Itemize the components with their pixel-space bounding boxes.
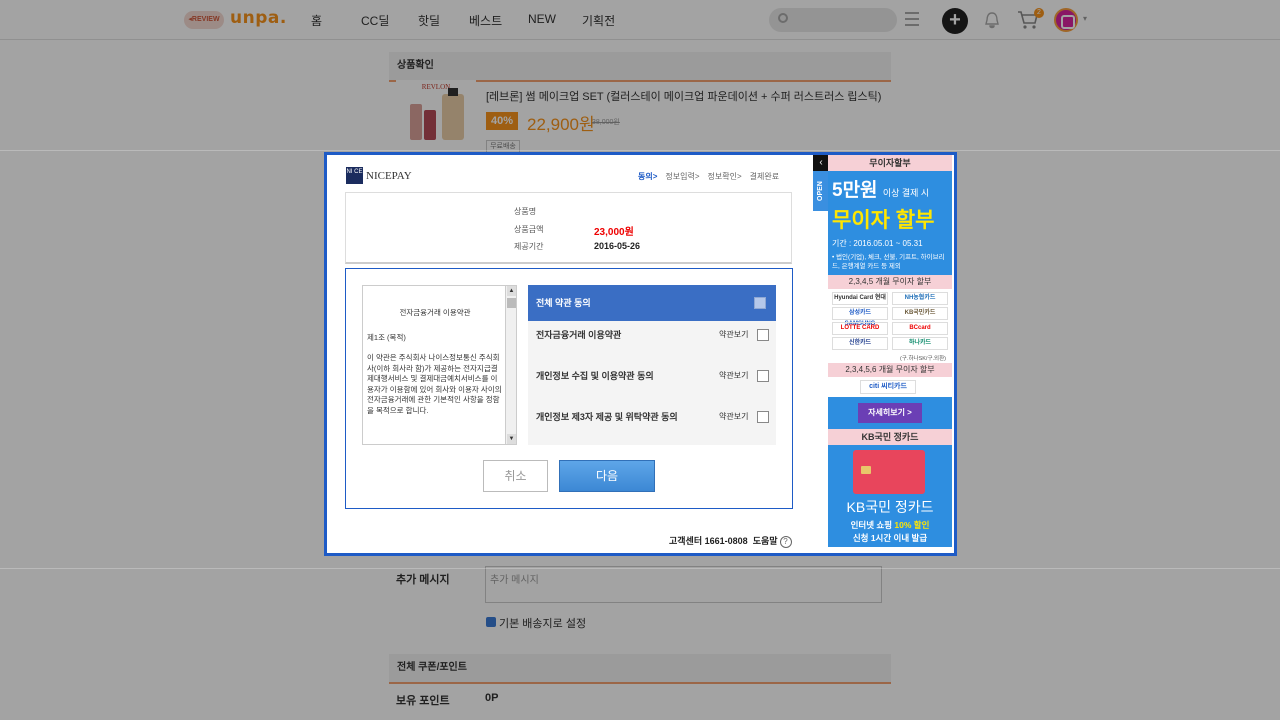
- step-input: 정보입력>: [665, 172, 700, 181]
- close-icon[interactable]: ‹: [813, 155, 829, 171]
- agree-all-checkbox[interactable]: [754, 297, 766, 309]
- terms-title: 전자금융거래 이용약관: [399, 308, 471, 317]
- product-info-box: 상품명 상품금액 23,000원 제공기간 2016-05-26: [345, 192, 792, 264]
- payment-steps: 동의> 정보입력> 정보확인> 결제완료: [638, 171, 787, 182]
- terms-body: 이 약관은 주식회사 나이스정보통신 주식회사(이하 회사라 함)가 제공하는 …: [367, 353, 502, 415]
- help-icon[interactable]: ?: [779, 535, 792, 548]
- nicepay-logo-text: NICEPAY: [366, 169, 412, 182]
- hana-card-logo: 하나카드: [892, 337, 948, 350]
- kb-card-image: [853, 450, 925, 494]
- period-value: 2016-05-26: [594, 241, 641, 251]
- step-complete: 결제완료: [749, 172, 780, 181]
- view-terms-link[interactable]: 약관보기: [719, 325, 748, 345]
- ad-amount-suffix: 이상 결제 시: [882, 188, 930, 198]
- kb-card-title: KB국민 정카드: [846, 499, 934, 515]
- product-name-label: 상품명: [514, 207, 537, 216]
- help-link[interactable]: 도움말: [753, 536, 778, 546]
- ad-detail-button[interactable]: 자세히보기 >: [858, 403, 922, 423]
- next-button[interactable]: 다음: [559, 460, 655, 492]
- kb-card-header: KB국민 정카드: [828, 429, 952, 445]
- amount-value: 23,000원: [594, 227, 634, 238]
- agree-all-row[interactable]: 전체 약관 동의: [528, 285, 776, 321]
- agreement-checkbox[interactable]: [757, 370, 769, 382]
- ad-promo: 5만원 이상 결제 시 무이자 할부 기간 : 2016.05.01 ~ 05.…: [828, 171, 952, 275]
- scroll-up-icon[interactable]: ▲: [507, 286, 516, 296]
- ad-note: • 법인(기업), 체크, 선불, 기프트, 하이브리드, 은행계열 카드 등 …: [832, 254, 945, 270]
- view-terms-link[interactable]: 약관보기: [719, 366, 748, 386]
- cancel-button[interactable]: 취소: [483, 460, 548, 492]
- citi-card-logo: citi 씨티카드: [860, 380, 916, 394]
- ad-open-tab[interactable]: OPEN: [813, 171, 829, 211]
- ad-detail-area: 자세히보기 >: [828, 397, 952, 429]
- terms-agreement-box: 전자금융거래 이용약관 제1조 (목적) 이 약관은 주식회사 나이스정보통신 …: [345, 268, 793, 509]
- ad-headline: 무이자 할부: [832, 209, 935, 232]
- terms-text: 전자금융거래 이용약관 제1조 (목적) 이 약관은 주식회사 나이스정보통신 …: [365, 286, 505, 444]
- agreement-label: 개인정보 수집 및 이용약관 동의: [536, 371, 654, 381]
- terms-scrollbar[interactable]: ▲ ▼: [505, 286, 516, 444]
- card-logo-grid: Hyundai Card 현대 NH농협카드 삼성카드 SAMSUNG KB국민…: [828, 289, 952, 355]
- agreement-panel: 전체 약관 동의 전자금융거래 이용약관 약관보기 개인정보 수집 및 이용약관…: [528, 285, 776, 445]
- nicepay-logo: NI CE NICEPAY: [346, 167, 412, 184]
- kb-card-issue: 신청 1시간 이내 발급: [852, 533, 928, 543]
- step-agree: 동의>: [638, 172, 658, 181]
- samsung-card-logo: 삼성카드 SAMSUNG: [832, 307, 888, 327]
- agree-all-label: 전체 약관 동의: [536, 298, 591, 308]
- kb-card-logo: KB국민카드: [892, 307, 948, 320]
- customer-center: 고객센터 1661-0808 도움말?: [669, 534, 792, 548]
- backdrop-divider: [0, 150, 1280, 151]
- terms-text-scroll[interactable]: 전자금융거래 이용약관 제1조 (목적) 이 약관은 주식회사 나이스정보통신 …: [362, 285, 517, 445]
- step-confirm: 정보확인>: [707, 172, 742, 181]
- ad-subheader: 2,3,4,5,6 개월 무이자 할부: [828, 363, 952, 377]
- customer-center-phone: 고객센터 1661-0808: [669, 536, 748, 546]
- backdrop-divider: [0, 568, 1280, 569]
- card-note: (구.하나SK/구.외환): [828, 355, 952, 363]
- agreement-row: 개인정보 수집 및 이용약관 동의 약관보기: [528, 366, 776, 406]
- kb-card-benefit: 인터넷 쇼핑 10% 할인: [828, 519, 952, 531]
- agreement-checkbox[interactable]: [757, 329, 769, 341]
- bc-card-logo: BCcard: [892, 322, 948, 335]
- amount-label: 상품금액: [514, 225, 544, 234]
- lotte-card-logo: LOTTE CARD: [832, 322, 888, 335]
- nicepay-logo-mark: NI CE: [346, 167, 363, 184]
- scroll-thumb[interactable]: [507, 298, 516, 308]
- ad-header: 무이자할부: [828, 155, 952, 171]
- agreement-row: 전자금융거래 이용약관 약관보기: [528, 325, 776, 365]
- nicepay-payment-modal: NI CE NICEPAY 동의> 정보입력> 정보확인> 결제완료 상품명 상품금액 …: [324, 152, 957, 556]
- shinhan-card-logo: 신한카드: [832, 337, 888, 350]
- agreement-checkbox[interactable]: [757, 411, 769, 423]
- terms-article: 제1조 (목적): [367, 332, 406, 342]
- card-chip: [861, 466, 871, 474]
- citi-row: citi 씨티카드: [828, 377, 952, 397]
- ad-amount: 5만원 이상 결제 시: [832, 175, 948, 202]
- ad-subheader: 2,3,4,5 개월 무이자 할부: [828, 275, 952, 289]
- kb-benefit-text: 인터넷 쇼핑: [850, 520, 893, 530]
- ad-period: 기간 : 2016.05.01 ~ 05.31: [832, 239, 923, 248]
- view-terms-link[interactable]: 약관보기: [719, 407, 748, 427]
- nh-card-logo: NH농협카드: [892, 292, 948, 305]
- scroll-down-icon[interactable]: ▼: [507, 434, 516, 444]
- kb-benefit-highlight: 10% 할인: [894, 520, 930, 530]
- agreement-label: 전자금융거래 이용약관: [536, 330, 622, 340]
- period-label: 제공기간: [514, 242, 544, 251]
- agreement-label: 개인정보 제3자 제공 및 위탁약관 동의: [536, 412, 678, 422]
- agreement-row: 개인정보 제3자 제공 및 위탁약관 동의 약관보기: [528, 407, 776, 447]
- installment-ad-panel: 무이자할부 5만원 이상 결제 시 무이자 할부 기간 : 2016.05.01…: [828, 155, 952, 547]
- hyundai-card-logo: Hyundai Card 현대: [832, 292, 888, 305]
- kb-card-ad[interactable]: KB국민 정카드 인터넷 쇼핑 10% 할인 신청 1시간 이내 발급: [828, 445, 952, 547]
- ad-amount-value: 5만원: [832, 180, 878, 201]
